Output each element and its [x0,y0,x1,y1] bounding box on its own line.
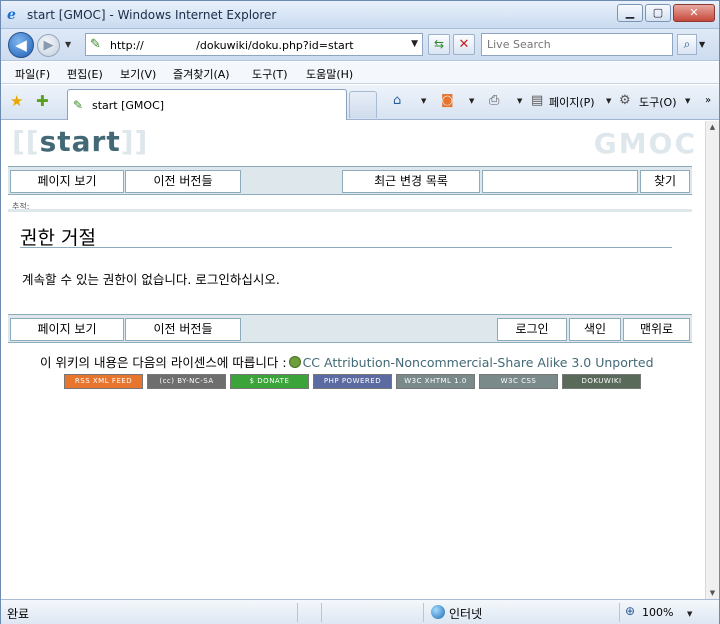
zoom-dropdown-icon[interactable]: ▼ [687,610,692,618]
tab-favicon-icon: ✎ [73,98,84,112]
print-dropdown-icon[interactable]: ▼ [517,97,522,105]
wiki-search-input[interactable] [483,171,637,192]
status-divider [423,603,424,622]
title-open-brackets: [[ [12,125,40,158]
page-content: [[start]] GMOC 페이지 보기 이전 버전들 최근 변경 목록 찾기… [2,121,705,599]
window-title: start [GMOC] - Windows Internet Explorer [27,8,277,22]
tab-start[interactable]: ✎ start [GMOC] [67,89,347,120]
page-name: start [39,125,121,158]
maximize-button[interactable]: ▢ [645,4,671,22]
menu-bar: 파일(F) 편집(E) 보기(V) 즐겨찾기(A) 도구(T) 도움말(H) [1,62,719,84]
security-zone-label: 인터넷 [449,607,483,621]
cc-license-badge[interactable]: (cc) BY-NC-SA [147,374,226,389]
wiki-logo[interactable]: GMOC [594,127,697,160]
favorites-center-icon[interactable]: ★ [10,92,23,110]
address-dropdown-icon[interactable]: ▼ [411,39,418,49]
menu-edit[interactable]: 편집(E) [67,66,103,82]
more-commands-icon[interactable]: » [705,95,711,106]
internet-zone-icon [431,605,445,619]
back-to-top-button[interactable]: 맨위로 [623,318,690,341]
title-close-brackets: ]] [120,125,149,158]
rss-feed-badge[interactable]: RSS XML FEED [64,374,143,389]
index-button[interactable]: 색인 [569,318,621,341]
page-menu-dropdown-icon[interactable]: ▼ [606,97,611,105]
wiki-search-field[interactable] [482,170,638,193]
cc-license-icon [288,356,301,368]
status-text: 완료 [7,607,30,621]
donate-badge[interactable]: $ DONATE [230,374,309,389]
gear-icon: ⚙ [619,93,631,108]
login-button[interactable]: 로그인 [497,318,567,341]
php-powered-badge[interactable]: PHP POWERED [313,374,392,389]
show-page-button-bottom[interactable]: 페이지 보기 [10,318,124,341]
menu-help[interactable]: 도움말(H) [306,66,353,82]
home-icon[interactable]: ⌂ [393,93,401,108]
home-dropdown-icon[interactable]: ▼ [421,97,426,105]
window-controls: ▁ ▢ ✕ [617,4,715,22]
close-button[interactable]: ✕ [673,4,715,22]
menu-favorites[interactable]: 즐겨찾기(A) [173,66,230,82]
search-options-dropdown-icon[interactable]: ▼ [699,34,711,55]
tab-title: start [GMOC] [92,99,165,112]
dokuwiki-badge[interactable]: DOKUWIKI [562,374,641,389]
breadcrumb-divider [8,209,692,212]
back-button[interactable]: ◀ [8,32,34,58]
content-heading: 권한 거절 [20,227,96,249]
xhtml-valid-badge[interactable]: W3C XHTML 1.0 [396,374,475,389]
scroll-up-icon[interactable]: ▲ [706,123,719,131]
page-favicon-icon: ✎ [90,37,101,52]
css-valid-badge[interactable]: W3C CSS [479,374,558,389]
address-toolbar: ◀ ▶ ▼ ✎ http:// /dokuwiki/doku.php?id=st… [1,29,719,61]
top-action-bar: 페이지 보기 이전 버전들 최근 변경 목록 찾기 [8,166,692,195]
status-divider [321,603,322,622]
add-favorite-icon[interactable]: ✚ [36,92,49,110]
page-menu-icon: ▤ [531,93,544,108]
print-icon[interactable]: ⎙ [489,93,499,108]
status-divider [297,603,298,622]
zoom-icon[interactable]: ⊕ [625,604,635,618]
status-divider [619,603,620,622]
vertical-scrollbar[interactable]: ▲ ▼ [705,121,719,599]
page-menu-button[interactable]: 페이지(P) [549,94,595,110]
license-notice: 이 위키의 내용은 다음의 라이센스에 따릅니다 : CC Attribution… [40,352,654,371]
title-bar: e start [GMOC] - Windows Internet Explor… [1,1,719,29]
tools-menu-button[interactable]: 도구(O) [639,94,676,110]
address-field[interactable]: ✎ http:// /dokuwiki/doku.php?id=start ▼ [85,33,423,56]
feeds-dropdown-icon[interactable]: ▼ [469,97,474,105]
license-prefix: 이 위키의 내용은 다음의 라이센스에 따릅니다 : [40,355,287,370]
forward-button[interactable]: ▶ [37,34,60,57]
menu-view[interactable]: 보기(V) [120,66,156,82]
license-link[interactable]: CC Attribution-Noncommercial-Share Alike… [303,355,654,370]
search-icon[interactable]: ⌕ [677,34,697,55]
feeds-icon[interactable]: ◙ [441,93,454,108]
recent-pages-dropdown-icon[interactable]: ▼ [65,40,71,49]
recent-changes-button[interactable]: 최근 변경 목록 [342,170,480,193]
footer-badges: RSS XML FEED (cc) BY-NC-SA $ DONATE PHP … [64,374,644,389]
search-button[interactable]: 찾기 [640,170,690,193]
minimize-button[interactable]: ▁ [617,4,643,22]
old-revisions-button-bottom[interactable]: 이전 버전들 [125,318,241,341]
permission-message: 계속할 수 있는 권한이 없습니다. 로그인하십시오. [22,272,280,287]
page-title[interactable]: [[start]] [12,125,148,158]
refresh-button[interactable]: ⇆ [428,34,450,55]
menu-tools[interactable]: 도구(T) [252,66,288,82]
scroll-down-icon[interactable]: ▼ [706,589,719,597]
menu-file[interactable]: 파일(F) [15,66,50,82]
zoom-level[interactable]: 100% [642,606,673,619]
heading-underline [20,247,672,248]
live-search-field[interactable] [481,33,673,56]
status-bar: 완료 인터넷 ⊕ 100% ▼ [1,599,719,624]
ie-logo-icon: e [7,7,16,23]
stop-button[interactable]: ✕ [453,34,475,55]
tools-menu-dropdown-icon[interactable]: ▼ [685,97,690,105]
show-page-button[interactable]: 페이지 보기 [10,170,124,193]
old-revisions-button[interactable]: 이전 버전들 [125,170,241,193]
search-input[interactable] [482,34,672,55]
bottom-action-bar: 페이지 보기 이전 버전들 로그인 색인 맨위로 [8,314,692,343]
address-url: http:// /dokuwiki/doku.php?id=start [110,39,354,52]
tab-command-bar: ★ ✚ ✎ start [GMOC] ⌂ ▼ ◙ ▼ ⎙ ▼ ▤ 페이지(P) … [1,85,719,120]
new-tab-button[interactable] [349,91,377,118]
browser-window: e start [GMOC] - Windows Internet Explor… [0,0,720,624]
